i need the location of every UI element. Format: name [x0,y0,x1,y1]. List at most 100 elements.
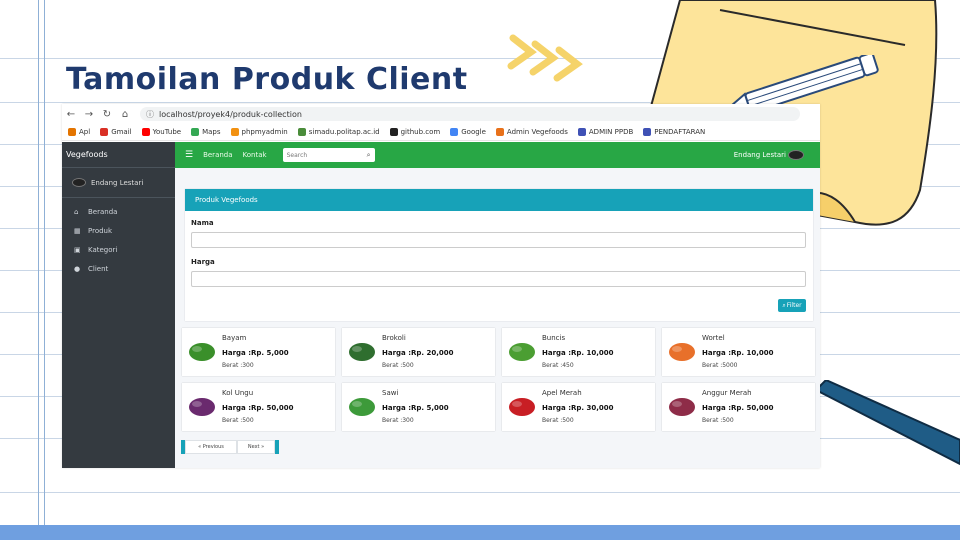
name-field[interactable] [191,232,806,248]
bookmark-item[interactable]: Admin Vegefoods [495,128,568,136]
home-icon[interactable]: ⌂ [116,109,134,120]
app-container: Vegefoods Endang Lestari ⌂ Beranda ▦ Produk… [62,142,820,468]
bookmark-icon [100,128,109,136]
navbar-user-name: Endang Lestari [733,151,786,159]
product-name: Sawi [382,389,399,397]
bookmark-label: Apl [79,128,91,136]
address-bar-row: ← → ↻ ⌂ ⓘ localhost/proyek4/produk-colle… [62,104,820,124]
pagination-edge [275,440,279,454]
bookmark-label: github.com [400,128,441,136]
product-price: Harga :Rp. 10,000 [542,349,614,357]
product-weight: Berat :500 [382,362,414,369]
nav-link-beranda[interactable]: Beranda [203,151,232,159]
bookmark-icon [643,128,652,136]
product-weight: Berat :450 [542,362,574,369]
product-price: Harga :Rp. 5,000 [222,349,289,357]
product-card[interactable]: Anggur Merah Harga :Rp. 50,000 Berat :500 [662,383,815,431]
sidebar-user-panel[interactable]: Endang Lestari [62,168,175,198]
price-field[interactable] [191,271,806,287]
sidebar-item-label: Client [88,264,109,273]
bookmark-icon [230,128,239,136]
bookmark-label: phpmyadmin [241,128,288,136]
slide-title: Tamoilan Produk Client [66,62,468,97]
back-icon[interactable]: ← [62,109,80,120]
filter-card: Produk Vegefoods Nama Harga ⌕ Filter [185,189,813,321]
product-weight: Berat :500 [702,417,734,424]
product-weight: Berat :500 [542,417,574,424]
sidebar-item-kategori[interactable]: ▣ Kategori [62,240,175,259]
blue-pen-illustration [816,380,960,466]
bookmark-item[interactable]: Google [450,128,486,136]
product-image [506,392,538,420]
bookmark-item[interactable]: github.com [389,128,441,136]
product-name: Kol Ungu [222,389,254,397]
sidebar-item-produk[interactable]: ▦ Produk [62,221,175,240]
sidebar-user-name: Endang Lestari [91,178,144,187]
bookmark-icon [450,128,459,136]
sidebar-item-label: Kategori [88,245,118,254]
bottom-bar [0,525,960,540]
sidebar: Vegefoods Endang Lestari ⌂ Beranda ▦ Produk… [62,142,175,468]
product-card[interactable]: Brokoli Harga :Rp. 20,000 Berat :500 [342,328,495,376]
bookmark-item[interactable]: phpmyadmin [230,128,288,136]
brand-link[interactable]: Vegefoods [62,142,175,168]
product-weight: Berat :500 [222,417,254,424]
search-icon: ⌕ [782,301,786,309]
product-card[interactable]: Kol Ungu Harga :Rp. 50,000 Berat :500 [182,383,335,431]
bookmark-item[interactable]: Apl [68,128,90,136]
product-card[interactable]: Apel Merah Harga :Rp. 30,000 Berat :500 [502,383,655,431]
bookmark-label: PENDAFTARAN [654,128,706,136]
menu-toggle-icon[interactable]: ☰ [185,150,193,160]
product-card[interactable]: Buncis Harga :Rp. 10,000 Berat :450 [502,328,655,376]
price-label: Harga [191,258,215,266]
product-weight: Berat :300 [382,417,414,424]
home-icon: ⌂ [74,207,79,216]
product-weight: Berat :300 [222,362,254,369]
navbar-avatar [788,150,804,160]
bookmark-label: ADMIN PPDB [588,128,634,136]
bookmark-icon [389,128,398,136]
filter-button[interactable]: ⌕ Filter [778,299,806,312]
bookmark-item[interactable]: Maps [191,128,221,136]
previous-page-button[interactable]: « Previous [185,440,237,454]
product-price: Harga :Rp. 20,000 [382,349,454,357]
margin-line [38,0,39,525]
bookmark-icon [68,128,76,136]
navbar-user[interactable]: Endang Lestari [734,150,804,160]
filter-button-label: Filter [786,302,802,309]
product-image [346,337,378,365]
calendar-icon: ▦ [74,226,81,235]
bookmark-item[interactable]: YouTube [141,128,182,136]
search-input[interactable]: Search ⌕ [282,148,375,162]
bookmark-label: Admin Vegefoods [506,128,568,136]
ruled-line [0,492,960,493]
sidebar-item-beranda[interactable]: ⌂ Beranda [62,202,175,221]
forward-icon[interactable]: → [80,109,98,120]
product-image [186,337,218,365]
product-name: Wortel [702,334,725,342]
product-price: Harga :Rp. 5,000 [382,404,449,412]
url-field[interactable]: ⓘ localhost/proyek4/produk-collection [140,107,800,121]
bookmark-item[interactable]: simadu.politap.ac.id [297,128,380,136]
product-card[interactable]: Bayam Harga :Rp. 5,000 Berat :300 [182,328,335,376]
bookmark-item[interactable]: ADMIN PPDB [577,128,634,136]
bookmark-label: Google [461,128,486,136]
reload-icon[interactable]: ↻ [98,109,116,120]
sidebar-item-client[interactable]: ● Client [62,259,175,278]
product-image [666,392,698,420]
bookmark-icon [141,128,150,136]
search-icon[interactable]: ⌕ [367,151,371,160]
nav-link-kontak[interactable]: Kontak [243,151,267,159]
next-page-button[interactable]: Next » [237,440,275,454]
filter-card-header: Produk Vegefoods [185,189,813,211]
product-card[interactable]: Sawi Harga :Rp. 5,000 Berat :300 [342,383,495,431]
bookmark-label: YouTube [152,128,182,136]
sidebar-item-label: Produk [88,226,113,235]
product-price: Harga :Rp. 10,000 [702,349,774,357]
bookmark-item[interactable]: PENDAFTARAN [643,128,705,136]
product-card[interactable]: Wortel Harga :Rp. 10,000 Berat :5000 [662,328,815,376]
bookmark-label: Maps [202,128,221,136]
bookmark-item[interactable]: Gmail [100,128,132,136]
product-name: Brokoli [382,334,406,342]
bookmark-label: Gmail [111,128,132,136]
